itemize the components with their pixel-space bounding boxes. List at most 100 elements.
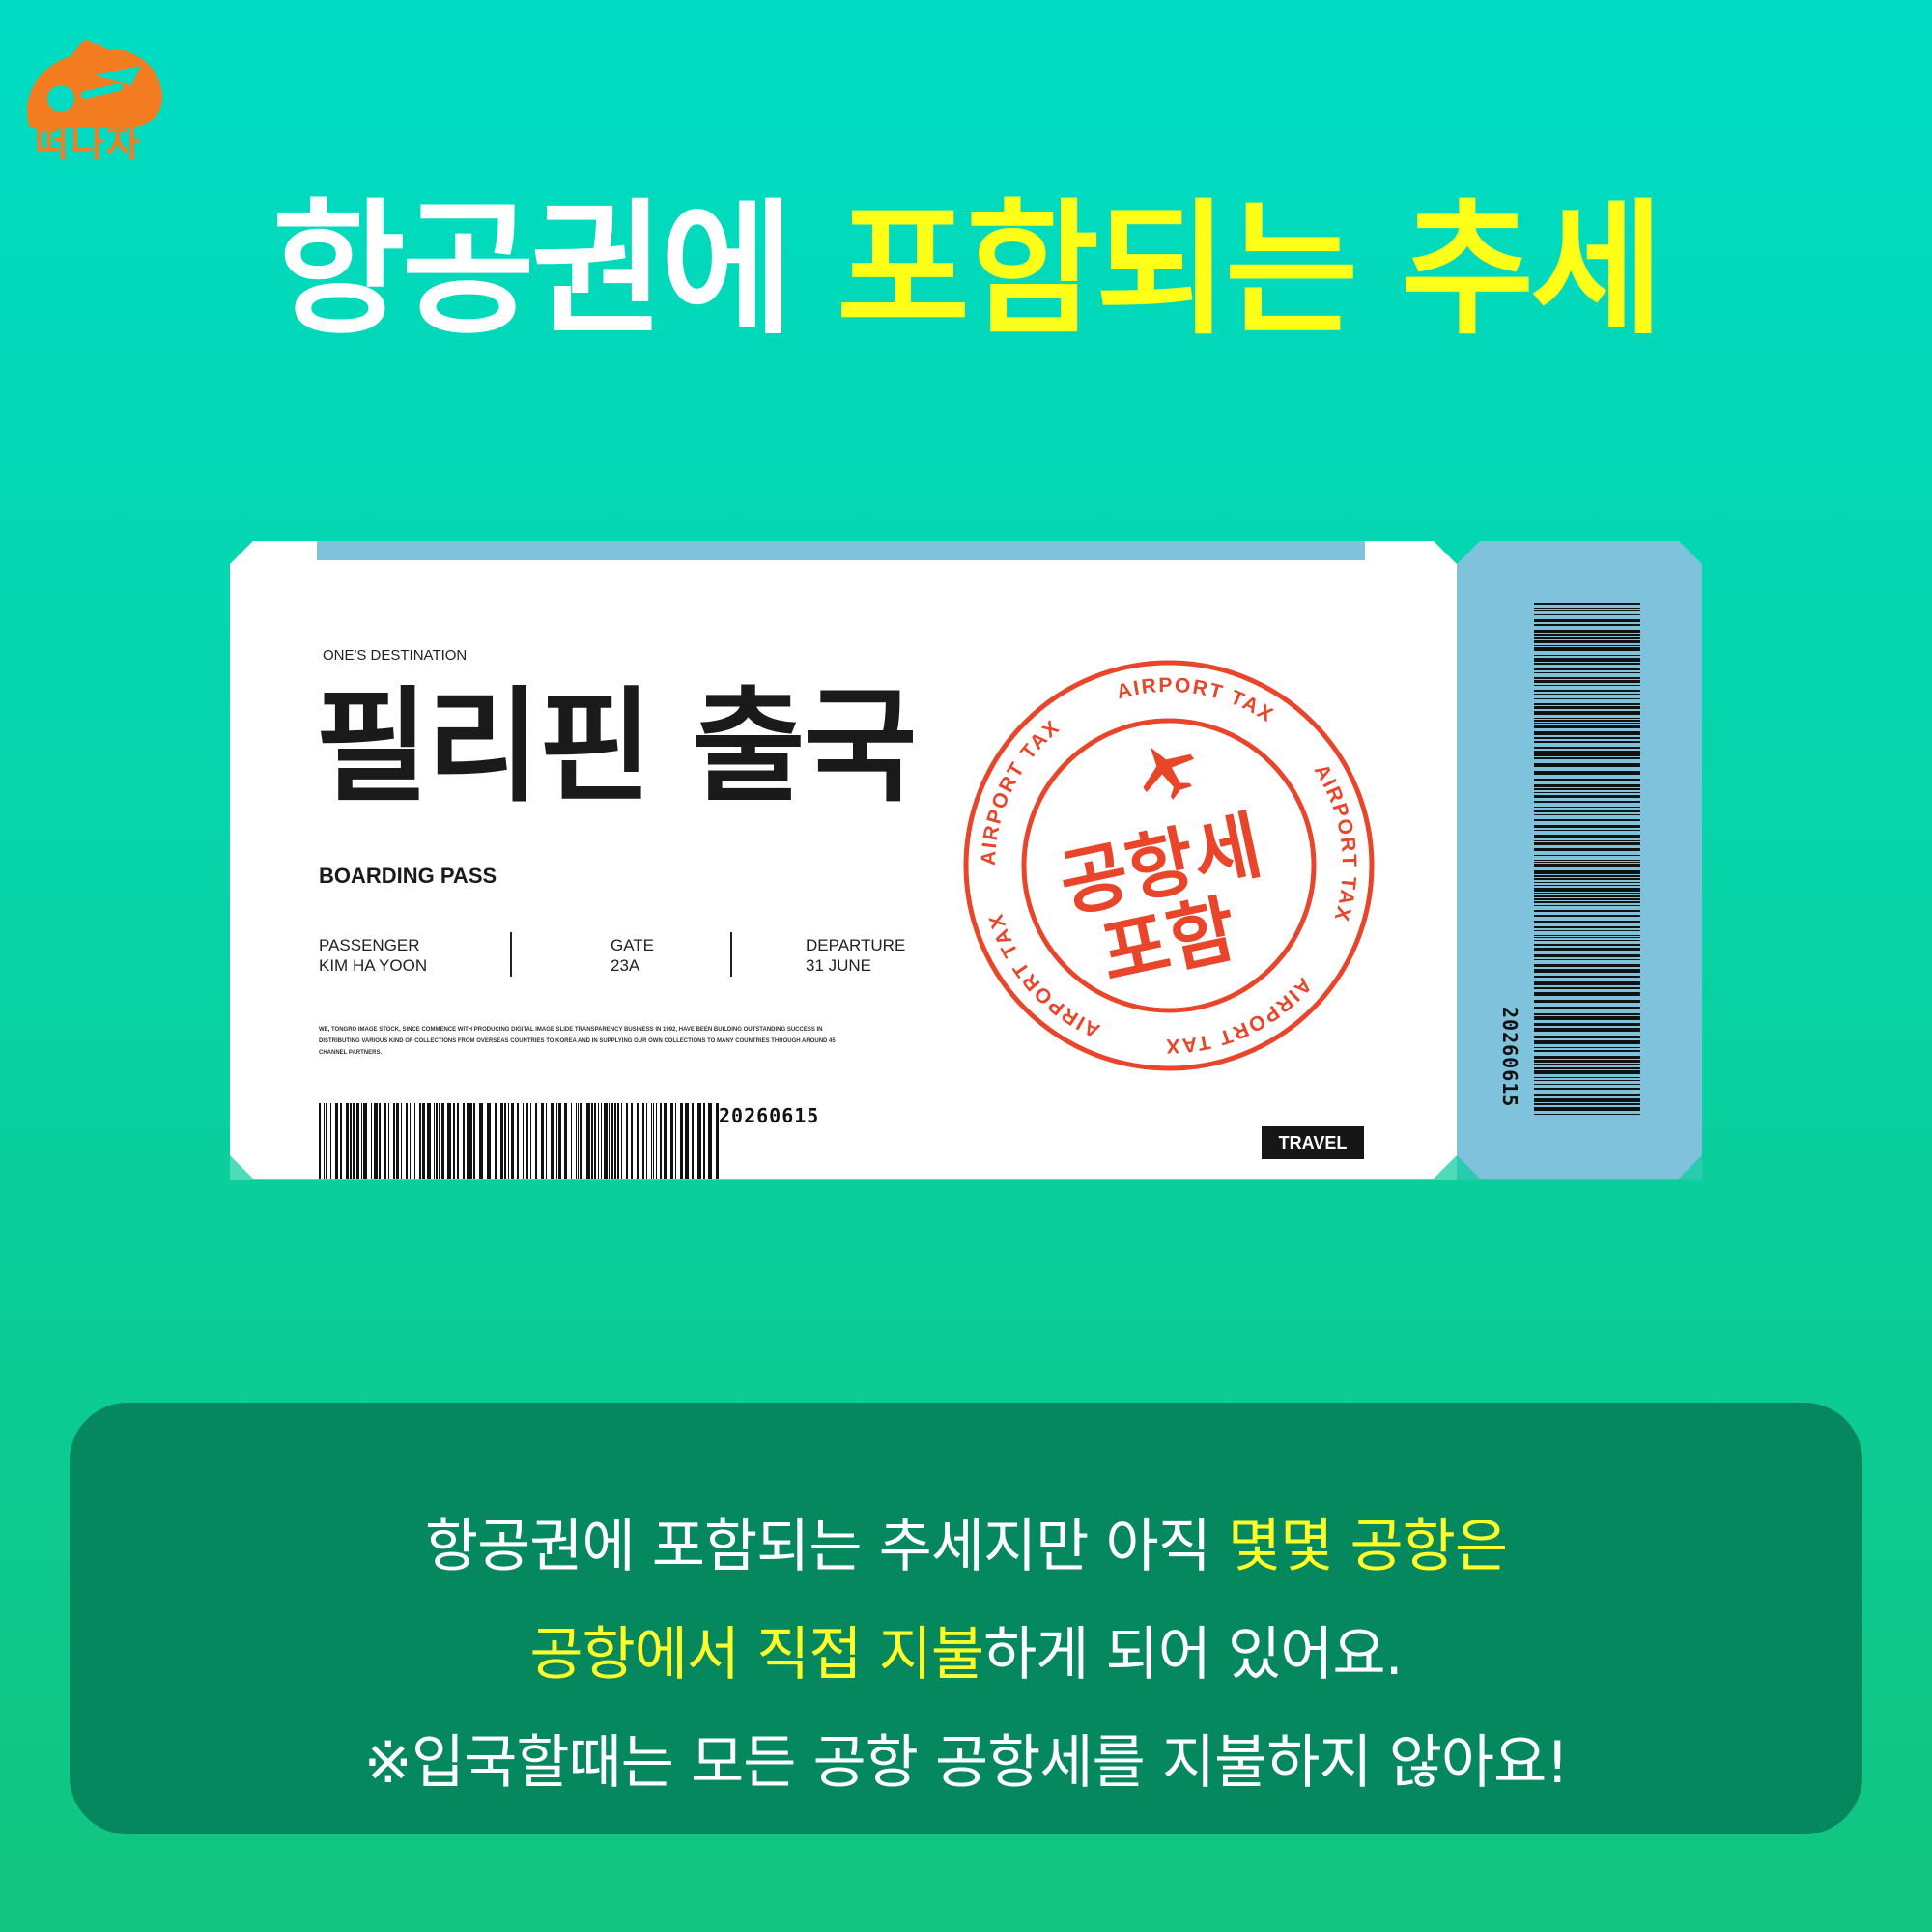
barcode-bar: [1534, 875, 1640, 877]
barcode-bar: [1534, 842, 1640, 845]
barcode-bar: [1534, 855, 1640, 856]
destination-label: ONE'S DESTINATION: [323, 647, 468, 664]
barcode-bar: [396, 1103, 399, 1179]
barcode-bar: [1534, 645, 1640, 646]
passenger-value: KIM HA YOON: [319, 956, 428, 975]
barcode-bar: [479, 1103, 483, 1179]
barcode-bar: [1534, 1016, 1640, 1020]
barcode-bar: [371, 1103, 372, 1179]
barcode-bar: [1534, 1107, 1640, 1111]
caption-line-1-text: 항공권에 포함되는 추세지만 아직: [424, 1513, 1228, 1580]
barcode-bar: [631, 1103, 633, 1179]
barcode-bar: [1534, 1056, 1640, 1059]
barcode-bar: [1534, 624, 1640, 626]
barcode-bar: [1534, 807, 1640, 808]
info-divider: [510, 932, 512, 977]
barcode-bar: [1534, 848, 1640, 851]
barcode-bar: [1534, 882, 1640, 883]
barcode-bar: [660, 1103, 662, 1179]
barcode-bar: [1534, 737, 1640, 739]
barcode-bar: [419, 1103, 421, 1179]
barcode-bar: [1534, 940, 1640, 941]
fine-print: WE, TONGRO IMAGE STOCK, SINCE COMMENCE W…: [319, 1027, 836, 1056]
barcode-bar: [1534, 814, 1640, 815]
gate-value: 23A: [611, 956, 640, 975]
barcode-bar: [594, 1103, 596, 1179]
barcode-bar: [356, 1103, 359, 1179]
barcode-bar: [447, 1103, 451, 1179]
caption-line-1: 항공권에 포함되는 추세지만 아직 몇몇 공항은: [70, 1492, 1862, 1601]
barcode-bar: [1534, 870, 1640, 874]
barcode-bar: [1534, 981, 1640, 985]
barcode-bar: [1534, 788, 1640, 790]
barcode-bar: [675, 1103, 676, 1179]
barcode-bar: [1534, 885, 1640, 886]
barcode-bar: [495, 1103, 497, 1179]
barcode-bar: [1534, 690, 1640, 692]
barcode-bar: [1534, 795, 1640, 798]
barcode-bar: [703, 1103, 705, 1179]
barcode-bar: [551, 1103, 554, 1179]
barcode-bar: [1534, 792, 1640, 793]
barcode-bar: [500, 1103, 503, 1179]
stub-code: 20260615: [1498, 1007, 1521, 1108]
barcode-bar: [1534, 718, 1640, 719]
barcode-bar: [1534, 680, 1640, 683]
title-part-white: 항공권에: [271, 186, 794, 355]
barcode-bar: [1534, 608, 1640, 609]
barcode-bar: [1534, 677, 1640, 679]
barcode-bar: [558, 1103, 561, 1179]
gate-info: GATE 23A: [611, 935, 654, 976]
barcode-bar: [541, 1103, 544, 1179]
barcode-bar: [1534, 757, 1640, 759]
barcode-bar: [1534, 840, 1640, 841]
barcode-bar: [1534, 937, 1640, 938]
barcode-bar: [517, 1103, 519, 1179]
barcode-bar: [535, 1103, 537, 1179]
barcode-bar: [511, 1103, 514, 1179]
barcode-bar: [1534, 948, 1640, 951]
barcode-bar: [1534, 672, 1640, 673]
barcode-bar: [1534, 969, 1640, 973]
barcode-bar: [621, 1103, 622, 1179]
barcode-bar: [1534, 1067, 1640, 1069]
barcode-bar: [697, 1103, 701, 1179]
barcode-bar: [457, 1103, 459, 1179]
barcode-bar: [1534, 862, 1640, 863]
barcode-bar: [1534, 1103, 1640, 1105]
barcode-bar: [1534, 895, 1640, 897]
barcode-bar: [1534, 819, 1640, 821]
barcode-bar: [1534, 779, 1640, 781]
barcode-bar: [1534, 647, 1640, 651]
barcode-bar: [1534, 992, 1640, 996]
gate-label: GATE: [611, 936, 655, 954]
barcode-bar: [1534, 771, 1640, 775]
barcode-bar: [1534, 901, 1640, 903]
barcode-bar: [1534, 751, 1640, 753]
barcode-bar: [422, 1103, 425, 1179]
caption-text: 항공권에 포함되는 추세지만 아직 몇몇 공항은 공항에서 직접 지불하게 되어…: [70, 1492, 1862, 1817]
barcode-bar: [1534, 944, 1640, 946]
barcode-bar: [546, 1103, 547, 1179]
barcode-bar: [1534, 910, 1640, 912]
barcode-bar: [1534, 1094, 1640, 1096]
barcode-bar: [340, 1103, 342, 1179]
barcode-bar: [571, 1103, 572, 1179]
barcode-bar: [1534, 1077, 1640, 1078]
barcode-bar: [1534, 801, 1640, 803]
barcode-bar: [1534, 893, 1640, 894]
barcode-bar: [384, 1103, 386, 1179]
barcode-bar: [1534, 1070, 1640, 1074]
barcode-bar: [1534, 964, 1640, 967]
caption-highlight: 몇몇 공항은: [1228, 1513, 1508, 1580]
barcode-bar: [1534, 610, 1640, 611]
caption-line-2-text: 하게 되어 있어요.: [983, 1621, 1404, 1689]
barcode-bar: [330, 1103, 331, 1179]
page-title: 항공권에 포함되는 추세: [0, 198, 1932, 343]
barcode-bar: [1534, 935, 1640, 936]
barcode-bar: [1534, 619, 1640, 622]
barcode-bar: [617, 1103, 619, 1179]
barcode-bar: [680, 1103, 683, 1179]
barcode-bar: [1534, 614, 1640, 615]
barcode-bar: [393, 1103, 395, 1179]
